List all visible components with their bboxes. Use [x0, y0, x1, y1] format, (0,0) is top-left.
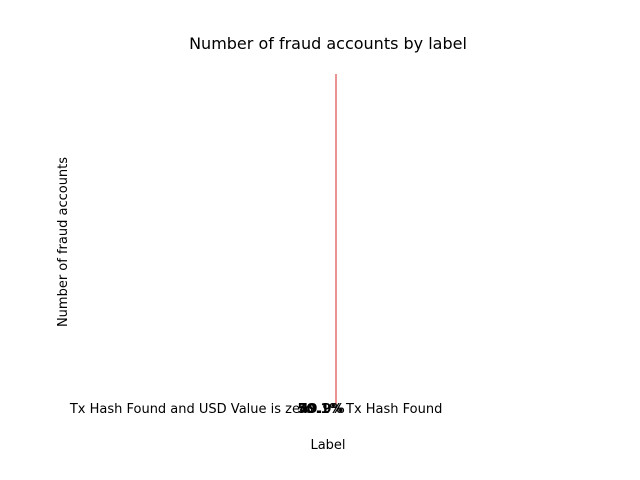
category-tick-label: Tx Hash Found and USD Value is zero	[69, 402, 313, 417]
percentage-label: 49.9%	[299, 402, 344, 417]
chart-title: Number of fraud accounts by label	[189, 34, 467, 53]
category-tick-label: Tx Hash Found	[345, 402, 442, 417]
y-axis-label: Number of fraud accounts	[56, 157, 71, 327]
chart: Number of fraud accounts by label Number…	[0, 0, 640, 480]
x-axis-label: Label	[310, 438, 345, 453]
